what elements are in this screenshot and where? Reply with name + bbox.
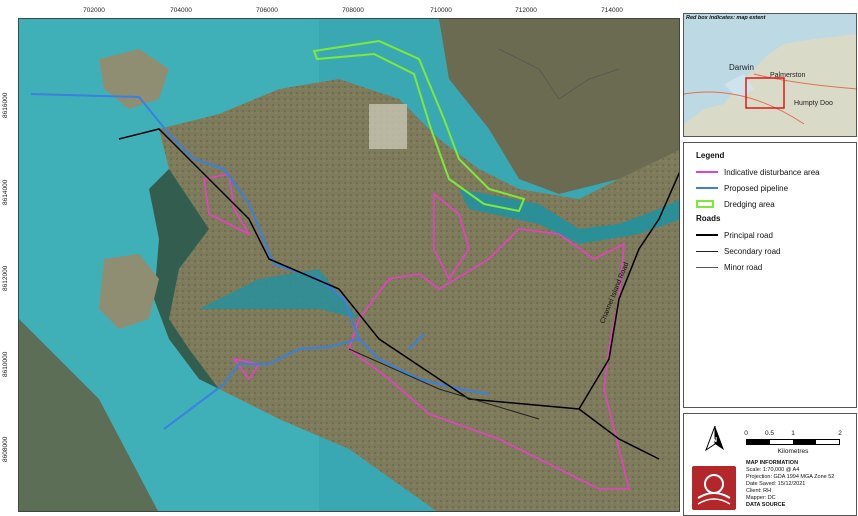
- map-information: MAP INFORMATION Scale: 1:70,000 @ A4 Pro…: [746, 460, 834, 509]
- facility-pad: [369, 104, 407, 149]
- legend-swatch: [696, 200, 714, 208]
- inset-map: Red box indicates: map extent Darwin Pal…: [683, 13, 857, 137]
- scale-label: 0.5: [764, 430, 775, 437]
- northing-tick: 8616000: [2, 92, 9, 118]
- scale-label: 2: [838, 430, 842, 437]
- company-logo: [692, 466, 736, 510]
- northing-tick: 8614000: [2, 179, 9, 205]
- legend-label: Proposed pipeline: [724, 183, 789, 193]
- legend-label: Indicative disturbance area: [724, 167, 820, 177]
- legend-swatch: [696, 234, 718, 236]
- map-info-scale: Scale: 1:70,000 @ A4: [746, 467, 800, 473]
- legend-item: Indicative disturbance area: [692, 164, 848, 180]
- legend-swatch: [696, 266, 718, 268]
- northing-tick: 8612000: [2, 265, 9, 291]
- legend-swatch: [696, 171, 718, 173]
- legend-label: Minor road: [724, 262, 763, 272]
- legend-swatch: [696, 250, 718, 252]
- legend-item: Minor road: [692, 259, 848, 275]
- legend-item: Proposed pipeline: [692, 180, 848, 196]
- north-arrow-icon: N: [704, 425, 724, 452]
- easting-tick: 710000: [430, 7, 452, 14]
- map-info-projection: Projection: GDA 1994 MGA Zone 52: [746, 474, 835, 480]
- legend-title: Legend: [696, 151, 725, 160]
- easting-tick: 712000: [515, 7, 537, 14]
- map-canvas: Channel Island Road: [19, 19, 679, 511]
- map-layout: 702000 704000 706000 708000 710000 71200…: [0, 0, 858, 516]
- easting-tick: 704000: [170, 7, 192, 14]
- map-info-heading: MAP INFORMATION: [746, 460, 799, 466]
- legend-item: Secondary road: [692, 243, 848, 259]
- inset-place: Darwin: [729, 63, 754, 72]
- inset-caption: Red box indicates: map extent: [686, 15, 766, 21]
- map-info-mapper: Mapper: DC: [746, 495, 776, 501]
- easting-tick: 708000: [342, 7, 364, 14]
- northing-tick: 8608000: [2, 436, 9, 462]
- map-info-client: Client: RH: [746, 488, 772, 494]
- easting-tick: 706000: [256, 7, 278, 14]
- easting-tick: 714000: [601, 7, 623, 14]
- info-panel: N 0 0.5 1 2 Kilometres MAP INFORMATION S…: [683, 413, 857, 516]
- northing-tick: 8610000: [2, 351, 9, 377]
- scale-label: 1: [791, 430, 795, 437]
- main-map[interactable]: Channel Island Road: [18, 18, 680, 512]
- legend-label: Dredging area: [724, 199, 775, 209]
- map-info-data-source: DATA SOURCE: [746, 502, 786, 508]
- easting-tick: 702000: [83, 7, 105, 14]
- scale-label: 0: [744, 430, 748, 437]
- legend-label: Principal road: [724, 230, 773, 240]
- legend-item: Dredging area: [692, 196, 848, 212]
- inset-place: Palmerston: [770, 72, 806, 79]
- legend-item: Principal road: [692, 227, 848, 243]
- scale-unit: Kilometres: [777, 448, 809, 455]
- map-info-date: Date Saved: 15/12/2021: [746, 481, 806, 487]
- svg-text:N: N: [712, 437, 717, 444]
- inset-canvas: Darwin Palmerston Humpty Doo: [684, 14, 856, 136]
- inset-place: Humpty Doo: [794, 100, 833, 107]
- legend-label: Secondary road: [724, 246, 781, 256]
- legend: Legend Indicative disturbance area Propo…: [683, 142, 857, 408]
- roads-title: Roads: [696, 214, 721, 223]
- scale-bar: 0 0.5 1 2 Kilometres: [744, 430, 842, 455]
- legend-swatch: [696, 187, 718, 189]
